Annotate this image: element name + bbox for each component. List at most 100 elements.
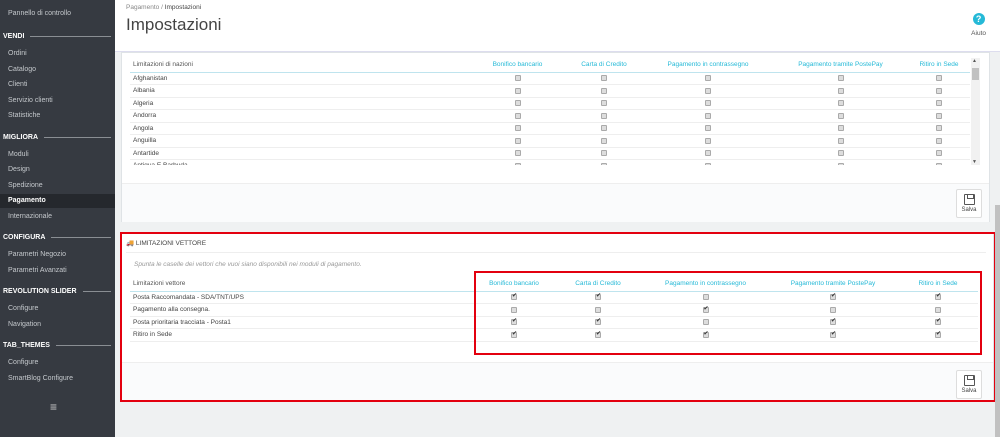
sidebar-item[interactable]: Parametri Negozio xyxy=(8,251,66,258)
checkbox[interactable] xyxy=(705,150,711,157)
sidebar-item[interactable]: Configure xyxy=(8,305,38,312)
sidebar-item[interactable]: Catalogo xyxy=(8,66,36,73)
checkbox[interactable] xyxy=(705,112,711,119)
scroll-down-icon[interactable]: ▼ xyxy=(972,159,977,165)
checkbox[interactable] xyxy=(936,75,942,82)
page-header: Pagamento / Impostazioni Impostazioni ? A… xyxy=(115,0,1000,52)
checkbox[interactable] xyxy=(936,87,942,94)
column-header[interactable]: Ritiro in Sede xyxy=(908,58,970,73)
sidebar-section-heading: MIGLIORA xyxy=(3,134,111,141)
checkbox[interactable] xyxy=(837,150,844,157)
country-name: Afghanistan xyxy=(130,72,470,85)
page-scrollbar[interactable] xyxy=(995,205,1000,437)
checkbox[interactable] xyxy=(837,75,844,82)
scrollbar-thumb[interactable] xyxy=(972,68,979,80)
checkbox[interactable] xyxy=(936,125,942,132)
breadcrumb: Pagamento / Impostazioni xyxy=(126,4,201,11)
checkbox[interactable] xyxy=(514,162,521,165)
checkbox[interactable] xyxy=(837,162,844,165)
page-title: Impostazioni xyxy=(126,15,222,34)
breadcrumb-item[interactable]: Pagamento xyxy=(126,4,159,11)
country-name: Albania xyxy=(130,84,470,98)
checkbox[interactable] xyxy=(514,112,521,119)
sidebar-item[interactable]: SmartBlog Configure xyxy=(8,375,73,382)
sidebar-item[interactable]: Design xyxy=(8,166,30,173)
column-header[interactable]: Carta di Credito xyxy=(565,58,643,73)
save-button[interactable]: Salva xyxy=(956,189,982,218)
column-header[interactable]: Pagamento tramite PostePay xyxy=(773,58,908,73)
sidebar-section-heading: VENDI xyxy=(3,33,111,40)
checkbox[interactable] xyxy=(837,112,844,119)
sidebar-item[interactable]: Spedizione xyxy=(8,182,43,189)
checkbox[interactable] xyxy=(601,125,607,132)
checkbox[interactable] xyxy=(514,125,521,132)
checkbox[interactable] xyxy=(514,100,521,107)
column-header[interactable]: Pagamento in contrassegno xyxy=(643,58,773,73)
country-table: Limitazioni di nazioni Bonifico bancario C… xyxy=(130,58,970,165)
country-table-scroll: Limitazioni di nazioni Bonifico bancario C… xyxy=(130,58,970,165)
breadcrumb-current: Impostazioni xyxy=(164,4,202,11)
checkbox[interactable] xyxy=(514,137,521,144)
checkbox[interactable] xyxy=(837,87,844,94)
checkbox[interactable] xyxy=(601,162,607,165)
sidebar-item[interactable]: Navigation xyxy=(8,321,41,328)
checkbox[interactable] xyxy=(936,137,942,144)
checkbox[interactable] xyxy=(601,150,607,157)
table-row: Anguilla xyxy=(130,134,970,148)
checkbox[interactable] xyxy=(705,75,711,82)
save-label: Salva xyxy=(961,207,977,213)
column-header[interactable]: Bonifico bancario xyxy=(470,58,565,73)
sidebar-item[interactable]: Moduli xyxy=(8,151,29,158)
country-restrictions-panel: Limitazioni di nazioni Bonifico bancario C… xyxy=(121,52,990,222)
table-row: Angola xyxy=(130,122,970,135)
checkbox[interactable] xyxy=(837,137,844,144)
sidebar-item[interactable]: Pagamento xyxy=(0,194,115,208)
panel-footer: Salva xyxy=(122,183,989,222)
sidebar: Pannello di controllo VENDI Ordini Catalogo… xyxy=(0,0,115,437)
table-row: Algeria xyxy=(130,97,970,110)
checkbox[interactable] xyxy=(936,100,942,107)
country-name: Antigua E Barbuda xyxy=(130,159,470,165)
checkbox[interactable] xyxy=(601,87,607,94)
scroll-up-icon[interactable]: ▲ xyxy=(972,58,977,64)
checkbox[interactable] xyxy=(837,100,844,107)
checkbox[interactable] xyxy=(601,75,607,82)
save-icon xyxy=(963,194,975,205)
checkbox[interactable] xyxy=(936,112,942,119)
country-name: Andorra xyxy=(130,109,470,123)
checkbox[interactable] xyxy=(705,137,711,144)
sidebar-item[interactable]: Ordini xyxy=(8,50,27,57)
checkbox[interactable] xyxy=(514,75,521,82)
sidebar-item[interactable]: Configure xyxy=(8,359,38,366)
checkbox[interactable] xyxy=(936,162,942,165)
sidebar-section-heading: REVOLUTION SLIDER xyxy=(3,288,111,295)
checkbox[interactable] xyxy=(514,87,521,94)
checkbox[interactable] xyxy=(601,112,607,119)
checkbox[interactable] xyxy=(705,162,711,165)
checkbox[interactable] xyxy=(837,125,844,132)
sidebar-item[interactable]: Servizio clienti xyxy=(8,97,53,104)
breadcrumb-separator: / xyxy=(161,4,163,11)
sidebar-item[interactable]: Parametri Avanzati xyxy=(8,267,67,274)
sidebar-section-heading: TAB_THEMES xyxy=(3,342,111,349)
help-label: Aiuto xyxy=(971,30,986,37)
sidebar-item[interactable]: Clienti xyxy=(8,81,27,88)
country-name: Antartide xyxy=(130,147,470,160)
checkbox[interactable] xyxy=(601,137,607,144)
checkbox[interactable] xyxy=(601,100,607,107)
table-row: Antigua E Barbuda xyxy=(130,159,970,165)
help-button[interactable]: ? Aiuto xyxy=(971,13,986,37)
checkbox[interactable] xyxy=(705,87,711,94)
country-name: Anguilla xyxy=(130,134,470,148)
table-row: Antartide xyxy=(130,147,970,160)
country-table-scrollbar[interactable]: ▲ ▼ xyxy=(971,58,980,165)
sidebar-item-dashboard[interactable]: Pannello di controllo xyxy=(8,10,71,17)
table-row: Albania xyxy=(130,84,970,98)
checkbox[interactable] xyxy=(705,100,711,107)
checkbox[interactable] xyxy=(705,125,711,132)
checkbox[interactable] xyxy=(514,150,521,157)
hamburger-icon[interactable]: ≡ xyxy=(50,400,57,414)
sidebar-item[interactable]: Internazionale xyxy=(8,213,52,220)
checkbox[interactable] xyxy=(936,150,942,157)
sidebar-item[interactable]: Statistiche xyxy=(8,112,40,119)
